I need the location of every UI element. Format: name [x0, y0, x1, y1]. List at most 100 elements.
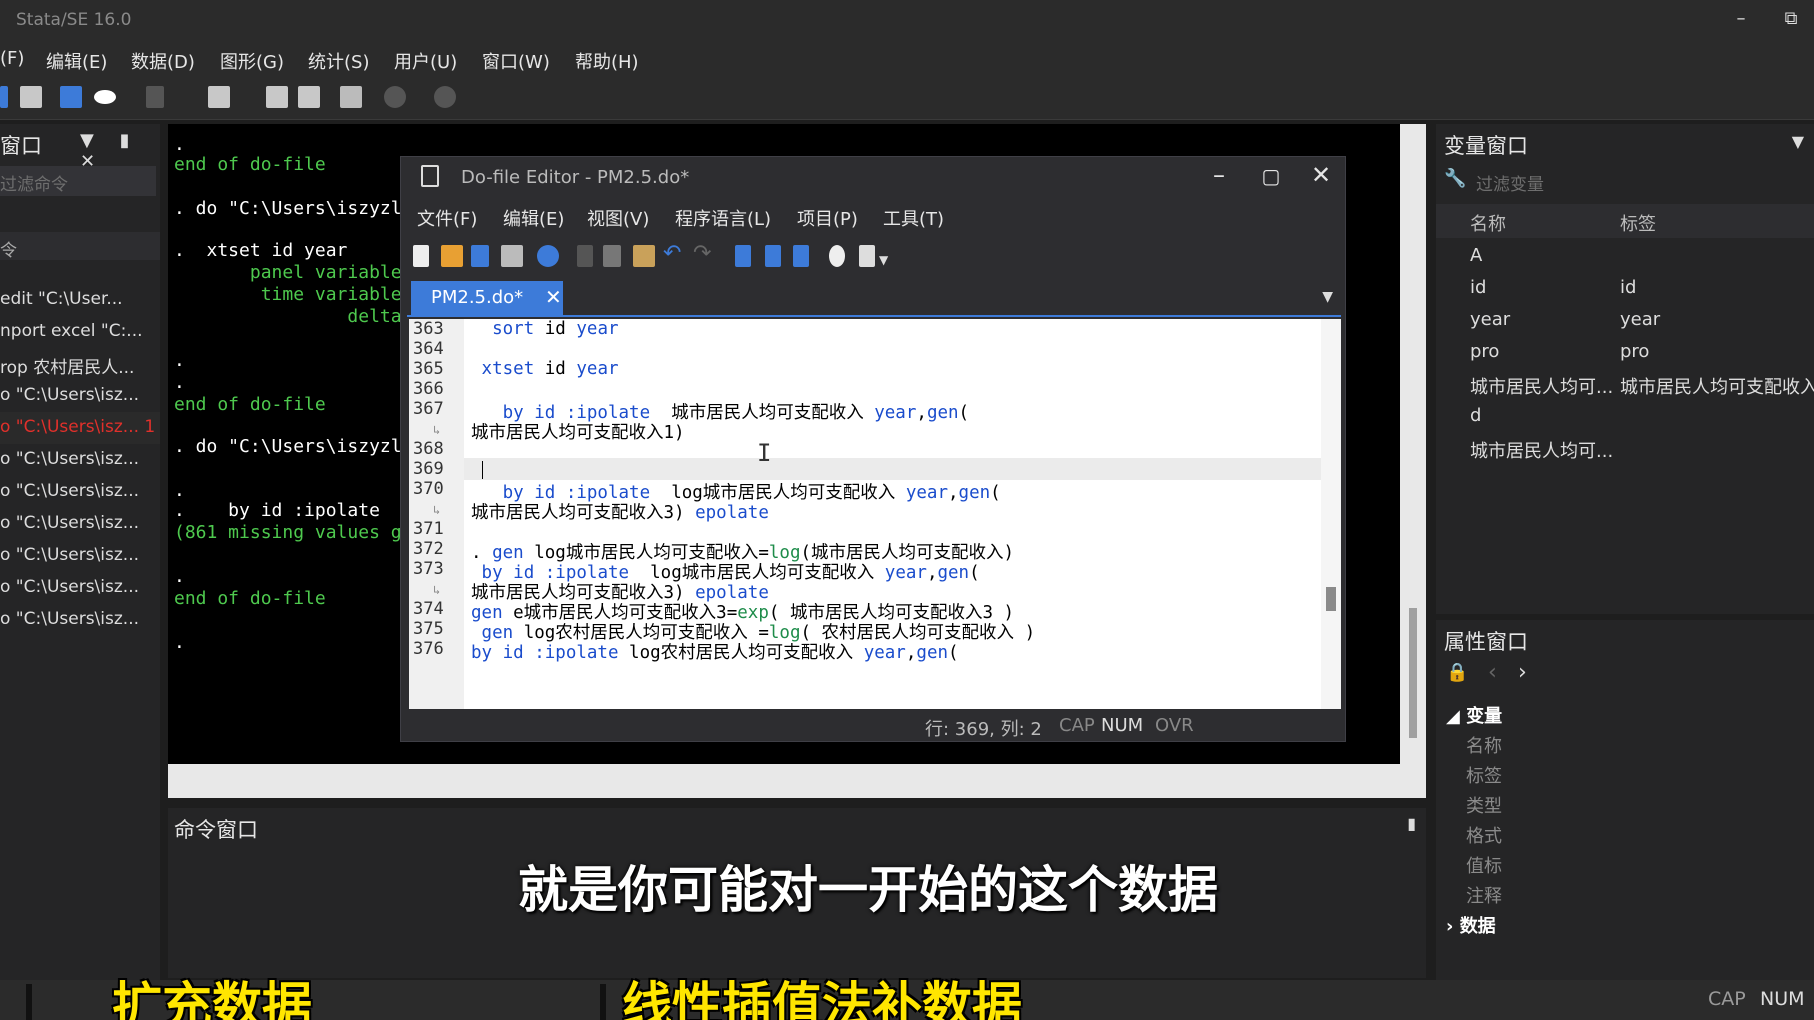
variable-row[interactable]: d — [1436, 400, 1814, 432]
history-item[interactable]: rop 农村居民人... — [0, 348, 160, 380]
results-scroll-thumb[interactable] — [1409, 608, 1417, 738]
data-editor-icon[interactable] — [266, 86, 288, 108]
break-icon[interactable] — [434, 86, 456, 108]
menu-edit[interactable]: 编辑(E) — [46, 48, 107, 74]
editor-menu-view[interactable]: 视图(V) — [587, 205, 649, 231]
variable-row[interactable]: A — [1436, 240, 1814, 272]
filter-funnel-icon[interactable]: ▼ — [1792, 132, 1804, 151]
editor-menu-language[interactable]: 程序语言(L) — [675, 205, 771, 231]
variables-manager-icon[interactable] — [340, 86, 362, 108]
history-title: 窗口 — [0, 134, 42, 158]
history-item[interactable]: o "C:\Users\isz... — [0, 604, 160, 636]
variable-row[interactable]: year year — [1436, 304, 1814, 336]
pin-icon[interactable]: ▮ — [1407, 814, 1416, 833]
col-label[interactable]: 标签 — [1620, 210, 1656, 236]
editor-scrollbar[interactable] — [1321, 319, 1341, 709]
line-number: 373 — [413, 559, 444, 579]
editor-maximize-button[interactable]: ▢ — [1251, 164, 1291, 188]
results-horizontal-scrollbar[interactable] — [168, 764, 1426, 798]
variable-row[interactable]: 城市居民人均可... — [1436, 432, 1814, 464]
editor-scroll-thumb[interactable] — [1326, 587, 1336, 611]
search-icon[interactable] — [537, 245, 559, 267]
results-line: . — [174, 350, 185, 371]
next-bookmark-icon[interactable] — [793, 245, 809, 267]
data-browser-icon[interactable] — [298, 86, 320, 108]
lock-icon[interactable]: 🔒 — [1446, 662, 1468, 683]
previous-bookmark-icon[interactable] — [765, 245, 781, 267]
more-icon[interactable] — [384, 86, 406, 108]
redo-icon[interactable]: ↷ — [693, 241, 711, 266]
app-title-bar: Stata/SE 16.0 – ⧉ — [0, 0, 1814, 42]
viewer-eye-icon[interactable] — [94, 90, 116, 104]
history-item[interactable]: o "C:\Users\isz... — [0, 476, 160, 508]
prop-format: 格式 — [1466, 826, 1502, 847]
forward-arrow-icon[interactable]: › — [1518, 660, 1527, 685]
editor-menu-file[interactable]: 文件(F) — [417, 205, 477, 231]
history-item[interactable]: o "C:\Users\isz... — [0, 444, 160, 476]
subtitle-main: 就是你可能对一开始的这个数据 — [518, 861, 1218, 919]
tab-close-icon[interactable]: ✕ — [545, 285, 562, 309]
show-hide-icon[interactable] — [829, 245, 845, 267]
tab-pm25-do[interactable]: PM2.5.do* ✕ — [411, 281, 563, 315]
col-name[interactable]: 名称 — [1470, 210, 1506, 236]
code-line: 城市居民人均可支配收入1) — [471, 423, 685, 443]
editor-close-button[interactable]: ✕ — [1301, 161, 1341, 189]
history-filter-input[interactable]: 过滤命令 — [0, 166, 156, 196]
cut-icon[interactable] — [577, 245, 593, 267]
execute-dropdown-icon[interactable]: ▼ — [879, 253, 888, 267]
log-icon[interactable] — [60, 86, 82, 108]
open-icon[interactable] — [0, 86, 8, 108]
menu-statistics[interactable]: 统计(S) — [308, 48, 369, 74]
results-line: delta — [174, 306, 402, 327]
properties-group-data[interactable]: › 数据 — [1446, 912, 1496, 938]
editor-menu-edit[interactable]: 编辑(E) — [503, 205, 564, 231]
paste-icon[interactable] — [633, 245, 655, 267]
menu-file[interactable]: (F) — [0, 48, 24, 69]
restore-button[interactable]: ⧉ — [1776, 8, 1806, 34]
back-arrow-icon[interactable]: ‹ — [1488, 660, 1497, 685]
minimize-button[interactable]: – — [1726, 8, 1756, 34]
history-item[interactable]: o "C:\Users\isz... — [0, 572, 160, 604]
menu-graphics[interactable]: 图形(G) — [220, 48, 284, 74]
line-number: 368 — [413, 439, 444, 459]
properties-group-variables[interactable]: ◢ 变量 — [1446, 702, 1502, 728]
editor-menu-tools[interactable]: 工具(T) — [883, 205, 944, 231]
results-line: (861 missing values g — [174, 522, 402, 543]
variable-row[interactable]: id id — [1436, 272, 1814, 304]
copy-icon[interactable] — [603, 245, 621, 267]
menu-help[interactable]: 帮助(H) — [575, 48, 639, 74]
print-icon[interactable] — [20, 86, 42, 108]
open-folder-icon[interactable] — [441, 245, 463, 267]
properties-title: 属性窗口 — [1444, 630, 1528, 654]
variable-name: year — [1470, 309, 1511, 330]
variable-row[interactable]: pro pro — [1436, 336, 1814, 368]
menu-user[interactable]: 用户(U) — [394, 48, 457, 74]
results-line: time variable — [174, 284, 402, 305]
do-editor-icon[interactable] — [208, 86, 230, 108]
print-icon[interactable] — [501, 245, 523, 267]
history-item[interactable]: o "C:\Users\isz... — [0, 540, 160, 572]
toggle-bookmark-icon[interactable] — [735, 245, 751, 267]
history-item[interactable]: nport excel "C:... — [0, 316, 160, 348]
history-item[interactable]: o "C:\Users\isz... — [0, 508, 160, 540]
save-icon[interactable] — [471, 245, 489, 267]
editor-menu-project[interactable]: 项目(P) — [797, 205, 858, 231]
variable-row[interactable]: 城市居民人均可... 城市居民人均可支配收入 — [1436, 368, 1814, 400]
results-scrollbar[interactable] — [1400, 124, 1426, 764]
tab-list-dropdown-icon[interactable]: ▼ — [1322, 289, 1333, 305]
menu-data[interactable]: 数据(D) — [131, 48, 195, 74]
variable-label: 城市居民人均可支配收入 — [1620, 377, 1814, 398]
variables-filter-input[interactable]: 过滤变量 — [1476, 170, 1544, 195]
code-editor[interactable]: 363 364 365 366 367 ↳ 368 369 370 ↳ 371 372 373 ↳ 374 3… — [409, 319, 1341, 709]
new-file-icon[interactable] — [413, 245, 429, 267]
history-item[interactable]: o "C:\Users\isz... — [0, 380, 160, 412]
main-menu-bar: (F) 编辑(E) 数据(D) 图形(G) 统计(S) 用户(U) 窗口(W) … — [0, 42, 1814, 74]
history-item[interactable]: o "C:\Users\isz... 1 — [0, 412, 160, 444]
results-line: . — [174, 134, 185, 155]
editor-minimize-button[interactable]: – — [1199, 161, 1239, 189]
execute-do-icon[interactable] — [859, 245, 875, 267]
graph-icon[interactable] — [146, 86, 164, 108]
undo-icon[interactable]: ↶ — [663, 241, 681, 266]
history-item[interactable]: edit "C:\User... — [0, 284, 160, 316]
menu-window[interactable]: 窗口(W) — [482, 48, 550, 74]
